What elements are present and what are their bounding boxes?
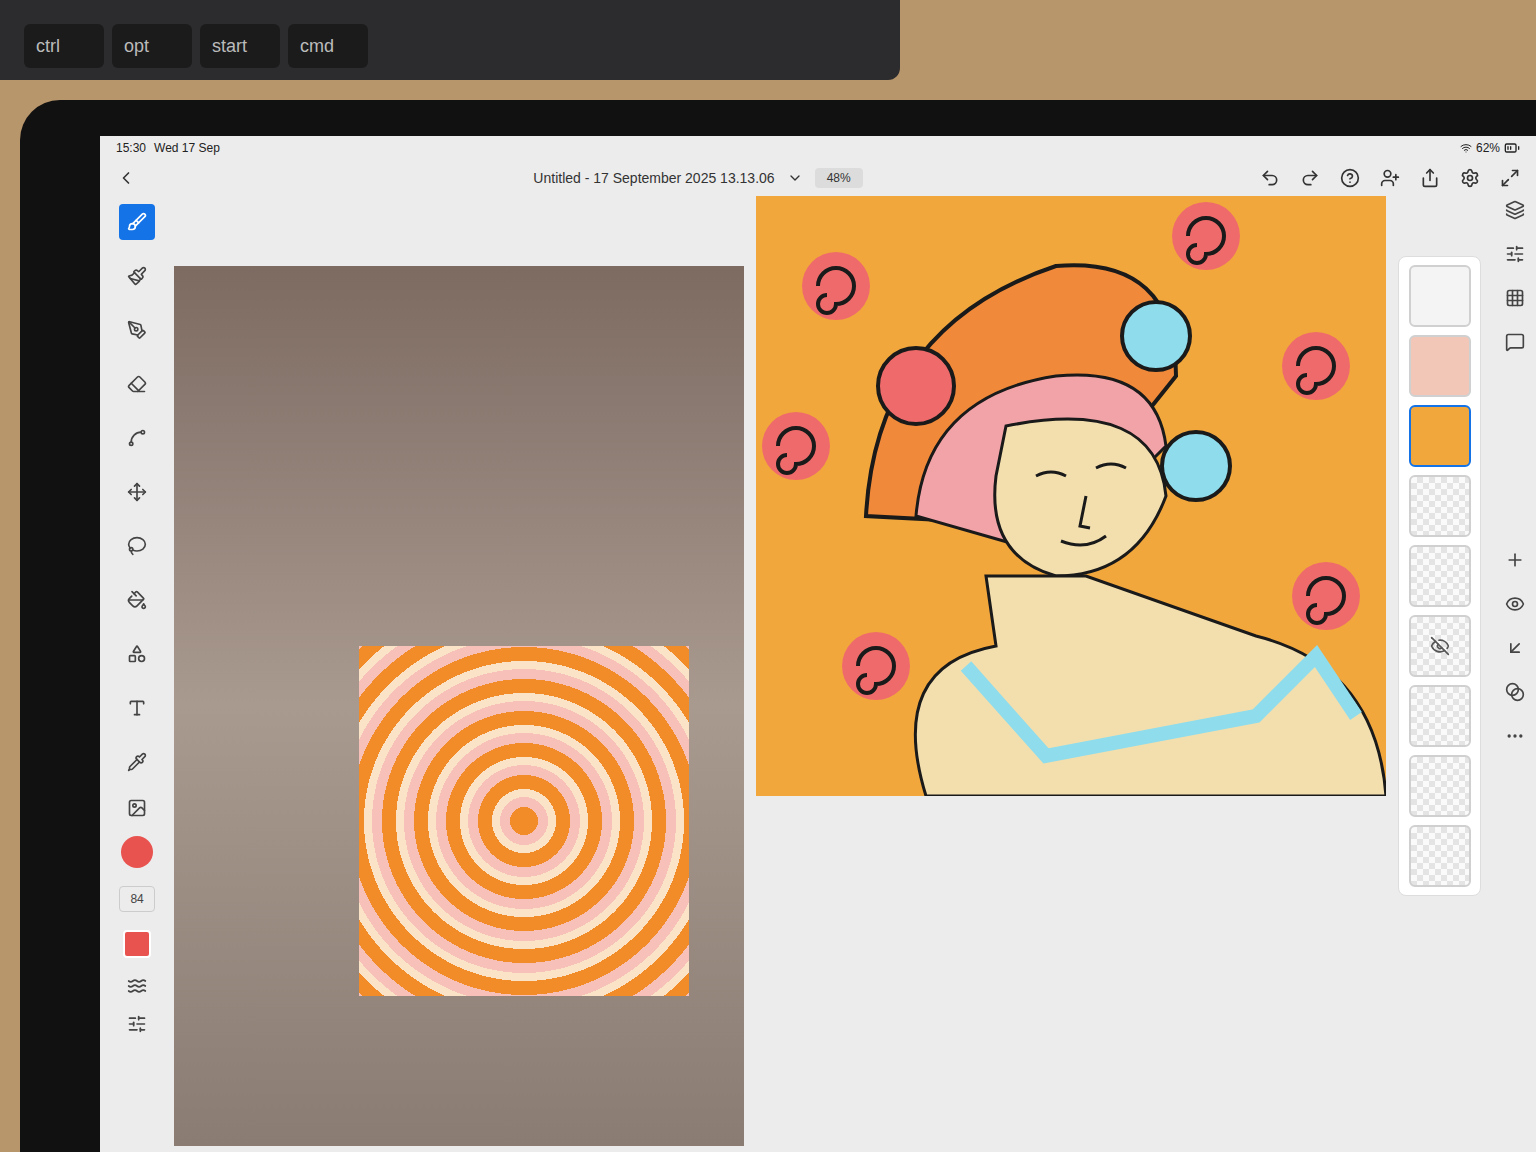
image-icon[interactable]: [127, 798, 147, 818]
comment-icon[interactable]: [1505, 332, 1525, 352]
zoom-level: 48%: [815, 168, 863, 188]
document-title[interactable]: Untitled - 17 September 2025 13.13.06: [533, 168, 774, 188]
layer-thumbnail[interactable]: [1409, 475, 1471, 537]
scene: ctrloptstartcmd 15:30 Wed 17 Sep 62% Untitle…: [0, 0, 1536, 1152]
battery-icon: [1504, 140, 1520, 156]
tool-button[interactable]: [119, 204, 155, 240]
tool-button[interactable]: [119, 366, 155, 402]
tool-button[interactable]: [119, 744, 155, 780]
layers-icon[interactable]: [1505, 200, 1525, 220]
keyboard-key[interactable]: cmd: [288, 24, 368, 68]
layer-thumbnail[interactable]: [1409, 335, 1471, 397]
tool-icon: [127, 482, 147, 502]
reference-photo: [174, 266, 744, 1146]
help-icon[interactable]: [1340, 168, 1360, 188]
add-layer-icon[interactable]: [1505, 550, 1525, 570]
layers-panel: [1398, 256, 1481, 896]
invite-icon[interactable]: [1380, 168, 1400, 188]
status-bar: 15:30 Wed 17 Sep 62%: [100, 136, 1536, 160]
redo-icon[interactable]: [1300, 168, 1320, 188]
keyboard-key[interactable]: ctrl: [24, 24, 104, 68]
tool-button[interactable]: [119, 474, 155, 510]
tool-button[interactable]: [119, 636, 155, 672]
layer-thumbnail[interactable]: [1409, 615, 1471, 677]
layer-thumbnail[interactable]: [1409, 755, 1471, 817]
battery-level: 62%: [1476, 140, 1500, 156]
settings-sliders-icon[interactable]: [127, 1014, 147, 1034]
keyboard-key[interactable]: start: [200, 24, 280, 68]
wifi-icon: [1460, 142, 1472, 154]
properties-icon[interactable]: [1505, 244, 1525, 264]
tool-icon: [127, 536, 147, 556]
tool-button[interactable]: [119, 690, 155, 726]
undo-icon[interactable]: [1260, 168, 1280, 188]
screen: 15:30 Wed 17 Sep 62% Untitled - 17 Septembe…: [100, 136, 1536, 1152]
tool-icon: [127, 698, 147, 718]
keyboard: ctrloptstartcmd: [0, 0, 900, 80]
tool-icon: [127, 320, 147, 340]
top-toolbar: Untitled - 17 September 2025 13.13.06 48%: [100, 160, 1536, 196]
right-bar: [1493, 196, 1536, 1152]
tool-icon: [127, 428, 147, 448]
artwork-drawing: [756, 196, 1386, 796]
chevron-down-icon[interactable]: [787, 170, 803, 186]
color-swatch[interactable]: [121, 836, 153, 868]
tool-icon: [127, 752, 147, 772]
layer-thumbnail[interactable]: [1409, 685, 1471, 747]
smoothing-icon[interactable]: [127, 976, 147, 996]
workspace: 84: [100, 196, 1536, 1152]
pattern-image: [359, 646, 689, 996]
merge-icon[interactable]: [1505, 638, 1525, 658]
tool-button[interactable]: [119, 420, 155, 456]
tool-icon: [127, 212, 147, 232]
layer-thumbnail[interactable]: [1409, 825, 1471, 887]
keyboard-key[interactable]: opt: [112, 24, 192, 68]
canvas[interactable]: [174, 196, 1386, 1152]
secondary-swatch[interactable]: [123, 930, 151, 958]
gear-icon[interactable]: [1460, 168, 1480, 188]
tool-bar: 84: [112, 196, 162, 1152]
eye-icon[interactable]: [1505, 594, 1525, 614]
tool-button[interactable]: [119, 528, 155, 564]
tool-icon: [127, 266, 147, 286]
more-icon[interactable]: [1505, 726, 1525, 746]
blend-icon[interactable]: [1505, 682, 1525, 702]
tool-icon: [127, 374, 147, 394]
tool-icon: [127, 644, 147, 664]
fullscreen-icon[interactable]: [1500, 168, 1520, 188]
status-time: 15:30: [116, 140, 146, 156]
back-icon[interactable]: [116, 168, 136, 188]
tool-button[interactable]: [119, 258, 155, 294]
hidden-eye-icon[interactable]: [1430, 636, 1450, 656]
tool-button[interactable]: [119, 312, 155, 348]
status-date: Wed 17 Sep: [154, 140, 220, 156]
tablet: 15:30 Wed 17 Sep 62% Untitled - 17 Septembe…: [20, 100, 1536, 1152]
layer-thumbnail[interactable]: [1409, 265, 1471, 327]
tool-icon: [127, 590, 147, 610]
grid-icon[interactable]: [1505, 288, 1525, 308]
layer-thumbnail[interactable]: [1409, 545, 1471, 607]
share-icon[interactable]: [1420, 168, 1440, 188]
brush-size[interactable]: 84: [119, 886, 155, 912]
layer-thumbnail[interactable]: [1409, 405, 1471, 467]
tool-button[interactable]: [119, 582, 155, 618]
